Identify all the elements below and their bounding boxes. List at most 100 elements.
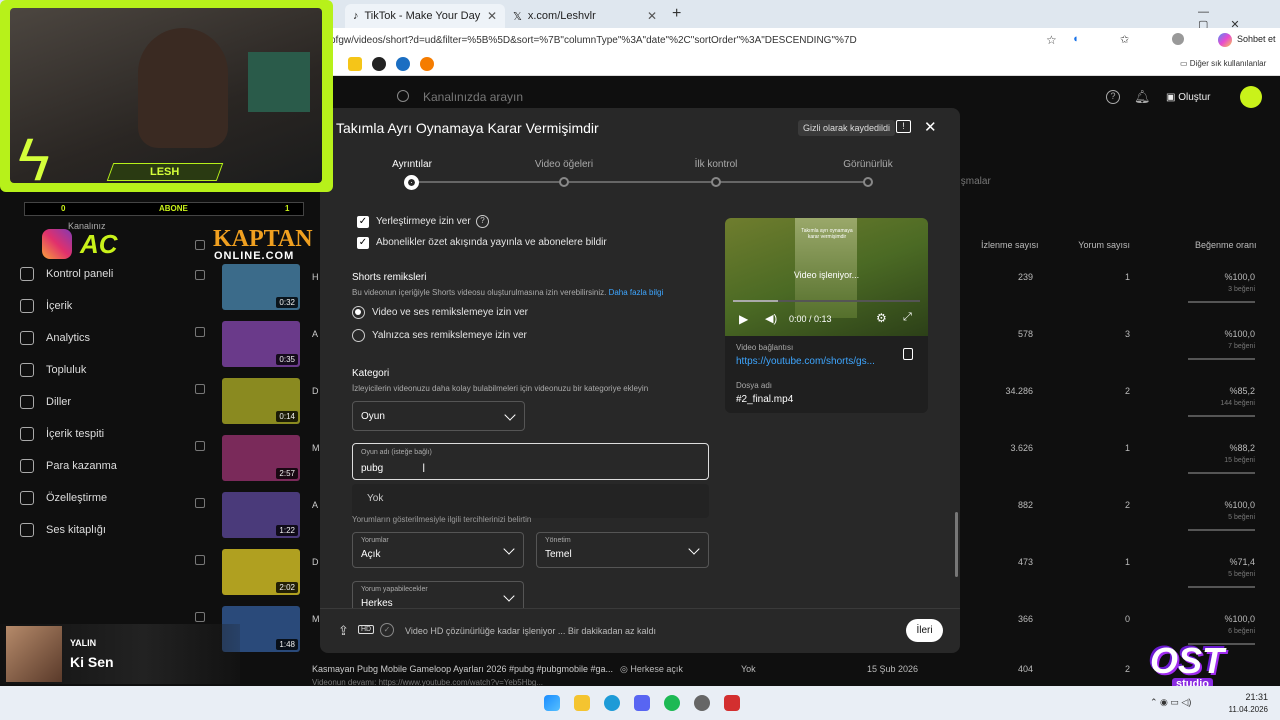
row-checkbox[interactable] — [195, 555, 205, 565]
bookmark-icon[interactable] — [348, 57, 362, 71]
search-input[interactable]: Kanalınızda arayın — [423, 86, 723, 108]
video-thumbnail[interactable]: 1:22 — [222, 492, 300, 538]
new-tab-icon[interactable]: + — [672, 5, 681, 23]
create-button[interactable]: ▣ Oluştur — [1166, 89, 1210, 107]
video-title[interactable]: M — [312, 614, 320, 624]
avatar[interactable] — [1240, 86, 1262, 108]
step-dot — [711, 177, 721, 187]
video-title[interactable]: A — [312, 329, 318, 339]
url-field[interactable]: pfgw/videos/short?d=ud&filter=%5B%5D&sor… — [330, 31, 1060, 51]
video-thumbnail[interactable]: 2:57 — [222, 435, 300, 481]
bookmark-icon[interactable] — [420, 57, 434, 71]
file-explorer-icon[interactable] — [574, 695, 590, 711]
gear-icon[interactable]: ⚙ — [876, 311, 887, 325]
row-checkbox[interactable] — [195, 612, 205, 622]
copilot-icon[interactable] — [1218, 33, 1232, 47]
content-icon — [20, 299, 34, 313]
video-title[interactable]: Kasmayan Pubg Mobile Gameloop Ayarları 2… — [312, 664, 613, 674]
play-icon[interactable]: ▶ — [739, 312, 748, 326]
sidebar-item-community[interactable]: Topluluk — [20, 360, 86, 380]
comments: 0 — [1124, 614, 1130, 624]
video-thumbnail[interactable]: 0:35 — [222, 321, 300, 367]
tray-icons[interactable]: ⌃ ◉ ▭ ◁) — [1150, 697, 1191, 708]
close-icon[interactable]: ✕ — [924, 118, 937, 136]
video-thumbnail[interactable]: 2:02 — [222, 549, 300, 595]
col-comments[interactable]: Yorum sayısı — [1078, 240, 1130, 250]
progress-track[interactable] — [733, 300, 920, 302]
close-icon[interactable]: ✕ — [647, 9, 657, 23]
sidebar-item-languages[interactable]: Diller — [20, 392, 71, 412]
game-title-input[interactable]: Oyun adı (isteğe bağlı) pubg I — [352, 443, 709, 480]
col-views[interactable]: İzlenme sayısı — [981, 240, 1039, 250]
col-likes[interactable]: Beğenme oranı — [1195, 240, 1257, 250]
scrollbar[interactable] — [955, 512, 958, 577]
windows-start-icon[interactable] — [544, 695, 560, 711]
moderation-select[interactable]: Yönetim Temel — [536, 532, 709, 568]
row-checkbox[interactable] — [195, 270, 205, 280]
remix-radio-audio[interactable] — [352, 329, 365, 342]
video-title[interactable]: M — [312, 443, 320, 453]
sidebar-item-earn[interactable]: Para kazanma — [20, 456, 117, 476]
step-visibility[interactable]: Görünürlük — [808, 159, 928, 170]
step-details[interactable]: Ayrıntılar — [352, 159, 472, 170]
spotify-icon[interactable] — [664, 695, 680, 711]
comments: 2 — [1124, 500, 1130, 510]
embed-checkbox[interactable]: ✓ — [357, 216, 369, 228]
sidebar-item-analytics[interactable]: Analytics — [20, 328, 90, 348]
sidebar-item-audio[interactable]: Ses kitaplığı — [20, 520, 106, 540]
suggestion-item[interactable]: Yok — [367, 493, 383, 504]
other-bookmarks[interactable]: ▭ Diğer sık kullanılanlar — [1180, 59, 1266, 68]
app-icon[interactable] — [724, 695, 740, 711]
comments-select[interactable]: Yorumlar Açık — [352, 532, 524, 568]
remix-radio-video[interactable] — [352, 306, 365, 319]
edge-icon[interactable] — [604, 695, 620, 711]
tab-x[interactable]: 𝕏 x.com/Leshvlr ✕ — [505, 4, 665, 28]
sidebar-item-content[interactable]: İçerik — [20, 296, 72, 316]
sidebar-item-customize[interactable]: Özelleştirme — [20, 488, 107, 508]
stepper-line — [412, 181, 868, 183]
notify-checkbox[interactable]: ✓ — [357, 237, 369, 249]
help-icon[interactable]: ? — [1106, 90, 1120, 104]
feedback-icon[interactable]: ! — [896, 120, 911, 133]
video-title[interactable]: D — [312, 386, 319, 396]
read-aloud-icon[interactable]: ◖ — [1072, 33, 1079, 45]
learn-more-link[interactable]: Daha fazla bilgi — [609, 288, 664, 297]
video-link[interactable]: https://youtube.com/shorts/gs... — [736, 356, 875, 367]
row-checkbox[interactable] — [195, 498, 205, 508]
tab-tiktok[interactable]: ♪ TikTok - Make Your Day ✕ — [345, 4, 505, 28]
volume-icon[interactable]: ◀) — [765, 312, 777, 325]
bookmark-icon[interactable] — [396, 57, 410, 71]
bookmark-icon[interactable] — [372, 57, 386, 71]
sidebar-label: İçerik tespiti — [46, 428, 105, 440]
copilot-label[interactable]: Sohbet et — [1237, 34, 1276, 44]
sidebar-item-detection[interactable]: İçerik tespiti — [20, 424, 104, 444]
select-all-checkbox[interactable] — [195, 240, 205, 250]
who-can-comment-select[interactable]: Yorum yapabilecekler Herkes — [352, 581, 524, 608]
step-checks[interactable]: İlk kontrol — [656, 159, 776, 170]
search-icon[interactable] — [397, 90, 409, 102]
category-select[interactable]: Oyun — [352, 401, 525, 431]
sidebar-item-dashboard[interactable]: Kontrol paneli — [20, 264, 113, 284]
help-icon[interactable]: ? — [476, 215, 489, 228]
video-title[interactable]: D — [312, 557, 319, 567]
bell-icon[interactable]: 🔔︎ — [1134, 89, 1151, 105]
profile-icon[interactable] — [1172, 33, 1184, 45]
step-elements[interactable]: Video öğeleri — [504, 159, 624, 170]
fullscreen-icon[interactable]: ⤢ — [903, 311, 912, 324]
discord-icon[interactable] — [634, 695, 650, 711]
album-art — [6, 626, 62, 682]
video-title[interactable]: A — [312, 500, 318, 510]
row-checkbox[interactable] — [195, 441, 205, 451]
star-icon[interactable]: ☆ — [1046, 33, 1057, 47]
next-button[interactable]: İleri — [906, 619, 943, 642]
row-checkbox[interactable] — [195, 384, 205, 394]
tab-partial[interactable]: ışmalar — [958, 176, 991, 187]
row-checkbox[interactable] — [195, 327, 205, 337]
copy-icon[interactable] — [903, 348, 913, 360]
favorites-icon[interactable]: ✩ — [1120, 33, 1129, 46]
video-thumbnail[interactable]: 0:32 — [222, 264, 300, 310]
close-icon[interactable]: ✕ — [487, 9, 497, 23]
video-title[interactable]: H — [312, 272, 319, 282]
video-thumbnail[interactable]: 0:14 — [222, 378, 300, 424]
obs-icon[interactable] — [694, 695, 710, 711]
